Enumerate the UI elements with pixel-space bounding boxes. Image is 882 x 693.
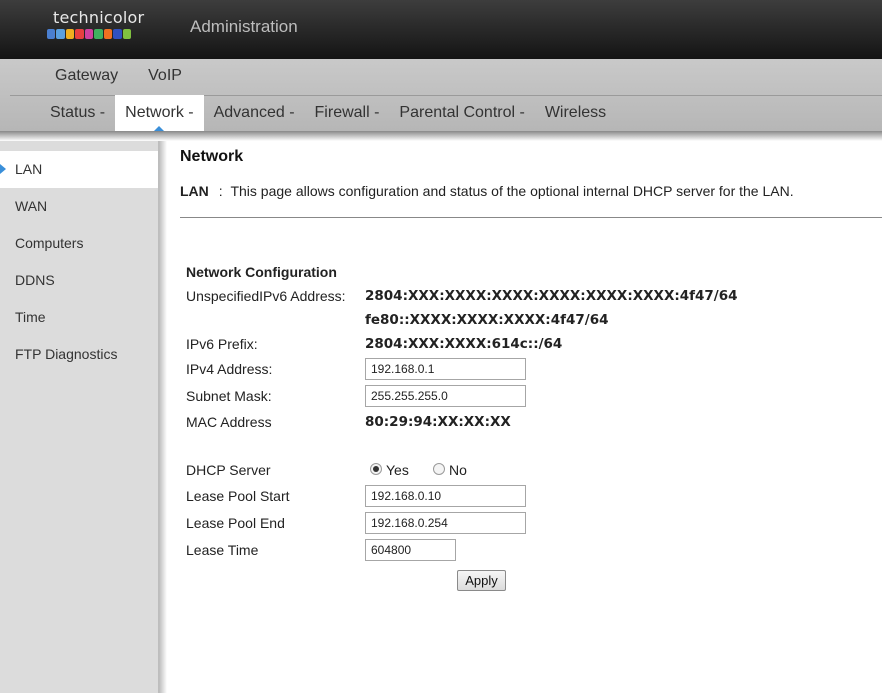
subnet-mask-label: Subnet Mask: [186,388,272,404]
mac-address-label: MAC Address [186,414,272,430]
lease-pool-end-label: Lease Pool End [186,515,285,531]
sidebar-item-label: Computers [15,235,84,251]
admin-title: Administration [190,17,298,36]
lease-pool-end-input[interactable]: 192.168.0.254 [365,512,526,534]
sidebar-item-label: Time [15,309,46,325]
logo-color-segment [65,29,75,39]
description-key: LAN [180,183,209,199]
page-title: Network [180,148,244,165]
menu-band: Gateway VoIP Status - Network - Advanced… [0,59,882,131]
sidebar-item-label: FTP Diagnostics [15,346,118,362]
ipv6-prefix-value: 2804:XXX:XXXX:614c::/64 [365,336,563,352]
lease-pool-start-label: Lease Pool Start [186,488,290,504]
ipv4-address-input[interactable]: 192.168.0.1 [365,358,526,380]
ipv6-prefix-label: IPv6 Prefix: [186,336,258,352]
dhcp-yes-radio[interactable] [370,463,382,475]
subnet-mask-input[interactable]: 255.255.255.0 [365,385,526,407]
sidebar-item-ddns[interactable]: DDNS [0,262,158,299]
tab-wireless[interactable]: Wireless [535,95,616,131]
top-bar: technicolor Administration [0,0,882,59]
logo-color-segment [56,29,65,39]
sidebar-item-lan[interactable]: LAN [0,151,158,188]
logo-color-segment [103,29,113,39]
sidebar-item-label: DDNS [15,272,55,288]
page-description: LAN: This page allows configuration and … [180,183,794,199]
section-title: Network Configuration [186,264,337,280]
dhcp-no-radio[interactable] [433,463,445,475]
dhcp-yes-label: Yes [386,462,409,478]
logo-color-segment [84,29,94,39]
mac-address-value: 80:29:94:XX:XX:XX [365,414,511,430]
ipv6-address-value: 2804:XXX:XXXX:XXXX:XXXX:XXXX:XXXX:4f47/6… [365,288,738,304]
sidebar-item-label: LAN [15,161,43,177]
tab-advanced[interactable]: Advanced - [204,95,305,131]
ipv6-link-local-value: fe80::XXXX:XXXX:XXXX:4f47/64 [365,312,609,328]
logo-text: technicolor [53,8,145,27]
tab-network[interactable]: Network - [115,95,204,131]
active-arrow-icon [0,164,6,174]
nav-gateway[interactable]: Gateway [55,67,118,85]
sidebar: LAN WAN Computers DDNS Time FTP Diagnost… [0,141,159,693]
logo-color-segment [122,29,131,39]
divider [180,217,882,218]
logo-color-segment [113,29,122,39]
menu-shadow [0,131,882,141]
tab-status[interactable]: Status - [40,95,115,131]
lease-pool-start-input[interactable]: 192.168.0.10 [365,485,526,507]
technicolor-logo[interactable]: technicolor [47,8,144,44]
ipv6-address-label: UnspecifiedIPv6 Address: [186,288,346,304]
description-separator: : [218,183,223,199]
sidebar-item-computers[interactable]: Computers [0,225,158,262]
logo-color-segment [94,29,103,39]
ipv4-address-label: IPv4 Address: [186,361,273,377]
lease-time-label: Lease Time [186,542,259,558]
sidebar-item-ftp-diagnostics[interactable]: FTP Diagnostics [0,336,158,373]
sidebar-item-wan[interactable]: WAN [0,188,158,225]
secondary-nav: Status - Network - Advanced - Firewall -… [40,95,616,131]
sidebar-item-time[interactable]: Time [0,299,158,336]
sidebar-item-label: WAN [15,198,48,214]
tab-firewall[interactable]: Firewall - [305,95,390,131]
nav-voip[interactable]: VoIP [148,67,182,85]
apply-button[interactable]: Apply [457,570,506,591]
primary-nav: Gateway VoIP [55,67,212,85]
tab-parental-control[interactable]: Parental Control - [389,95,534,131]
dhcp-server-row: DHCP Server Yes No [186,462,486,480]
lease-time-input[interactable]: 604800 [365,539,456,561]
description-text: This page allows configuration and statu… [230,183,794,199]
sidebar-shadow [159,141,167,693]
logo-color-bar [47,29,132,39]
dhcp-server-label: DHCP Server [186,462,271,478]
logo-color-segment [75,29,84,39]
dhcp-no-label: No [449,462,467,478]
logo-color-segment [47,29,56,39]
